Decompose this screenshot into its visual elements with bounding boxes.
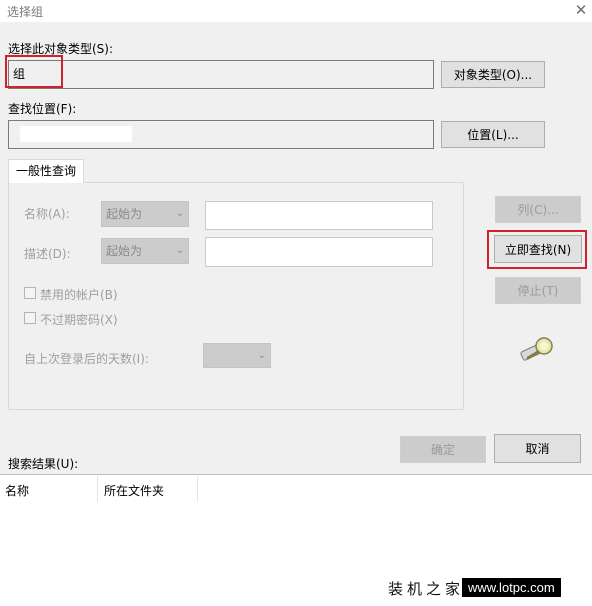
search-animation-icon <box>518 334 558 362</box>
name-input[interactable] <box>205 201 433 230</box>
location-label: 查找位置(F): <box>8 102 77 116</box>
object-type-value: 组 <box>13 67 26 81</box>
cancel-button[interactable]: 取消 <box>494 434 581 463</box>
column-divider <box>97 476 98 502</box>
disabled-accounts-checkbox[interactable] <box>24 287 36 299</box>
find-now-button[interactable]: 立即查找(N) <box>494 235 582 263</box>
search-results-label: 搜索结果(U): <box>8 457 79 471</box>
chevron-down-icon: ⌄ <box>257 350 266 361</box>
watermark-url: www.lotpc.com <box>462 578 561 597</box>
description-mode-select[interactable]: 起始为 ⌄ <box>101 238 189 264</box>
columns-button[interactable]: 列(C)... <box>495 196 581 223</box>
column-divider <box>197 476 198 502</box>
description-label: 描述(D): <box>24 247 71 261</box>
days-since-logon-select[interactable]: ⌄ <box>203 343 271 368</box>
object-type-label: 选择此对象类型(S): <box>8 42 114 56</box>
description-input[interactable] <box>205 237 433 267</box>
disabled-accounts-label: 禁用的帐户(B) <box>40 288 118 302</box>
name-mode-value: 起始为 <box>106 207 143 221</box>
watermark-site-name: 装机之家 <box>388 580 465 598</box>
title-bar <box>0 0 592 22</box>
non-expiring-password-label: 不过期密码(X) <box>40 313 118 327</box>
location-value <box>9 121 433 125</box>
column-header-folder[interactable]: 所在文件夹 <box>104 482 164 499</box>
redacted-region <box>20 126 132 142</box>
window-title: 选择组 <box>7 5 44 19</box>
locations-button[interactable]: 位置(L)... <box>441 121 545 148</box>
object-type-field: 组 <box>8 60 434 89</box>
object-types-button[interactable]: 对象类型(O)... <box>441 61 545 88</box>
tab-common-queries[interactable]: 一般性查询 <box>8 159 84 183</box>
ok-button[interactable]: 确定 <box>400 436 486 463</box>
non-expiring-password-checkbox[interactable] <box>24 312 36 324</box>
column-header-name[interactable]: 名称 <box>5 482 29 499</box>
chevron-down-icon: ⌄ <box>175 208 184 219</box>
stop-button[interactable]: 停止(T) <box>495 277 581 304</box>
name-mode-select[interactable]: 起始为 ⌄ <box>101 201 189 227</box>
close-icon[interactable]: ✕ <box>572 0 590 20</box>
days-since-logon-label: 自上次登录后的天数(I): <box>24 352 149 366</box>
description-mode-value: 起始为 <box>106 244 143 258</box>
chevron-down-icon: ⌄ <box>175 245 184 256</box>
name-label: 名称(A): <box>24 207 70 221</box>
